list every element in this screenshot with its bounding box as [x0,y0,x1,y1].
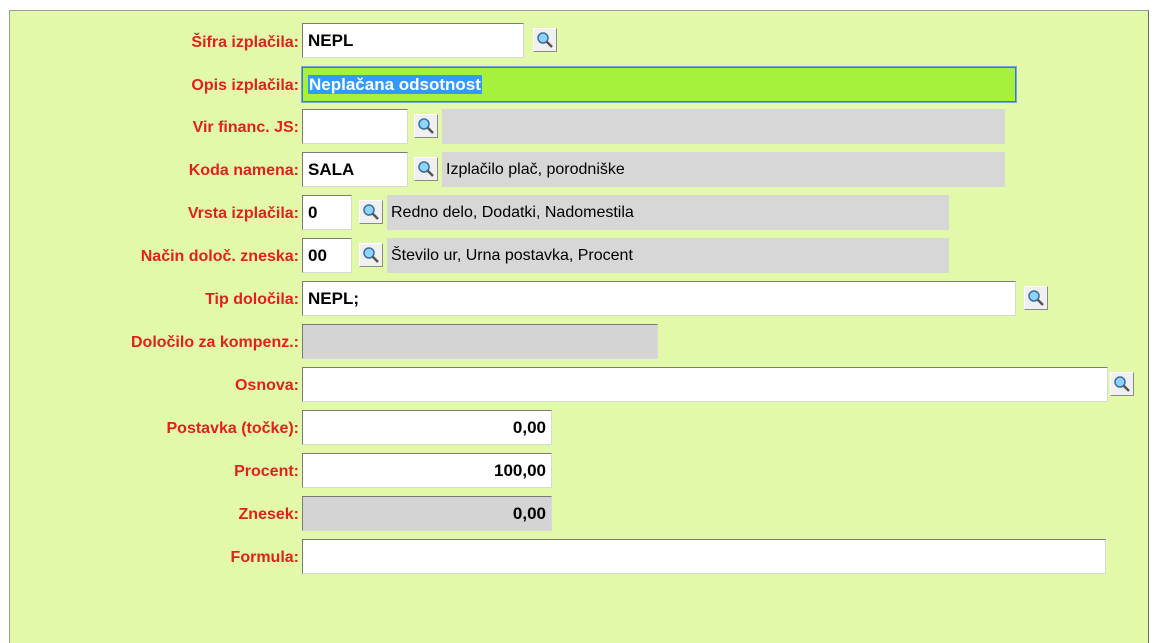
sifra-label: Šifra izplačila: [191,34,299,51]
procent-input[interactable]: 100,00 [302,453,552,488]
vir-description [442,109,1005,144]
koda-lookup-button[interactable] [414,157,438,181]
vir-label: Vir financ. JS: [192,119,299,136]
postavka-label: Postavka (točke): [166,420,300,437]
nacin-label: Način določ. zneska: [140,248,299,265]
sifra-input[interactable]: NEPL [302,23,524,58]
tip-lookup-button[interactable] [1024,286,1048,310]
window-top-edge [0,0,1153,5]
osnova-lookup-button[interactable] [1110,372,1134,396]
vrsta-description: Redno delo, Dodatki, Nadomestila [387,195,949,230]
koda-label: Koda namena: [188,162,299,179]
magnifier-icon [1114,376,1130,392]
magnifier-icon [363,247,379,263]
magnifier-icon [418,118,434,134]
magnifier-icon [418,161,434,177]
magnifier-icon [1028,290,1044,306]
nacin-lookup-button[interactable] [359,243,383,267]
vrsta-input[interactable]: 0 [302,195,352,230]
procent-label: Procent: [234,463,299,480]
magnifier-icon [537,32,553,48]
magnifier-icon [363,204,379,220]
opis-input[interactable]: Neplačana odsotnost [301,66,1017,103]
formula-label: Formula: [230,549,299,566]
osnova-label: Osnova: [234,377,299,394]
opis-label: Opis izplačila: [191,77,299,94]
dolocilo-label: Določilo za kompenz.: [130,334,299,351]
znesek-input[interactable]: 0,00 [302,496,552,531]
vir-input[interactable] [302,109,408,144]
nacin-description: Število ur, Urna postavka, Procent [387,238,949,273]
postavka-input[interactable]: 0,00 [302,410,552,445]
sifra-lookup-button[interactable] [533,28,557,52]
osnova-input[interactable] [302,367,1108,402]
koda-description: Izplačilo plač, porodniške [442,152,1005,187]
vrsta-lookup-button[interactable] [359,200,383,224]
znesek-label: Znesek: [238,506,299,523]
formula-input[interactable] [302,539,1106,574]
vrsta-label: Vrsta izplačila: [187,205,299,222]
tip-label: Tip določila: [205,291,299,308]
dolocilo-input[interactable] [302,324,658,359]
vir-lookup-button[interactable] [414,114,438,138]
opis-selected-text: Neplačana odsotnost [308,75,482,94]
tip-input[interactable]: NEPL; [302,281,1016,316]
payment-form-panel: Šifra izplačila: NEPL Opis izplačila: Ne… [9,10,1149,643]
koda-input[interactable]: SALA [302,152,408,187]
nacin-input[interactable]: 00 [302,238,352,273]
